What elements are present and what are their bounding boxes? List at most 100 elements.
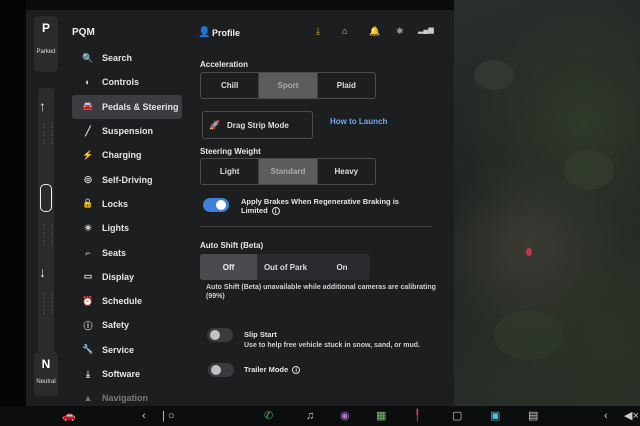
- gear-letter: P: [41, 21, 50, 35]
- sidebar-item-safety[interactable]: ⓘ Safety: [72, 313, 182, 337]
- car-icon: 🚘: [82, 101, 94, 112]
- camera-fleck: [494, 310, 564, 360]
- home-icon[interactable]: ⌂: [342, 26, 347, 36]
- acceleration-title: Acceleration: [200, 60, 249, 69]
- sidebar-item-label: Search: [102, 53, 133, 64]
- suspension-icon: ╱: [85, 125, 91, 136]
- sidebar-item-service[interactable]: 🔧 Service: [72, 338, 182, 362]
- seat-icon: ⌐: [85, 247, 91, 258]
- arrow-up-icon: ↑: [39, 98, 46, 114]
- car-top-view-icon: [40, 184, 52, 212]
- acceleration-option[interactable]: Chill: [201, 73, 260, 98]
- camera-fleck: [526, 248, 532, 256]
- car-icon[interactable]: 🚗: [62, 409, 76, 423]
- camera-app-icon[interactable]: ◉: [340, 409, 350, 423]
- sidebar-item-label: Safety: [102, 320, 130, 331]
- sidebar-item-locks[interactable]: 🔒 Locks: [72, 192, 182, 216]
- acceleration-selector: Chill Sport Plaid: [200, 72, 376, 99]
- how-to-launch-link[interactable]: How to Launch: [330, 117, 387, 126]
- gear-selector: P Parked ↑ ⋮⋮ ⋮⋮ ⋮⋮ ⋮⋮ ⋮⋮ ⋮⋮ ↓ ⋮⋮ ⋮⋮ ⋮⋮ N Neut…: [34, 16, 58, 396]
- wrench-icon: 🔧: [82, 344, 94, 355]
- profile-label[interactable]: Profile: [212, 28, 240, 38]
- slip-start-toggle[interactable]: [207, 328, 233, 342]
- user-icon: 👤: [198, 27, 211, 38]
- sidebar-item-label: Display: [102, 271, 135, 282]
- volume-mute-icon[interactable]: ◀×: [624, 409, 639, 423]
- chevron-left-icon[interactable]: ‹: [604, 409, 608, 423]
- auto-shift-option[interactable]: Off: [200, 254, 257, 280]
- gear-track[interactable]: ↑ ⋮⋮ ⋮⋮ ⋮⋮ ⋮⋮ ⋮⋮ ⋮⋮ ↓ ⋮⋮ ⋮⋮ ⋮⋮: [38, 88, 57, 358]
- camera-fleck: [564, 150, 614, 190]
- auto-shift-selector: Off Out of Park On: [200, 254, 370, 280]
- bluetooth-icon[interactable]: ✱: [396, 26, 404, 37]
- slip-start-label: Slip Start: [244, 330, 277, 339]
- sidebar-item-search[interactable]: 🔍 Search: [72, 46, 182, 70]
- settings-menu: 🔍 Search ◐ Controls 🚘 Pedals & Steering ╱ Suspe…: [72, 46, 182, 406]
- sidebar-item-self-driving[interactable]: ◎ Self-Driving: [72, 167, 182, 191]
- sidebar-item-seats[interactable]: ⌐ Seats: [72, 240, 182, 264]
- gear-dots: ⋮⋮ ⋮⋮ ⋮⋮: [41, 123, 57, 145]
- notes-icon[interactable]: ▤: [528, 409, 538, 423]
- steering-weight-title: Steering Weight: [200, 147, 261, 156]
- acceleration-option[interactable]: Plaid: [318, 73, 375, 98]
- menu-header: PQM: [72, 27, 95, 38]
- gear-state: Neutral: [36, 379, 56, 385]
- drag-strip-mode-label: Drag Strip Mode: [227, 120, 289, 130]
- bell-icon[interactable]: 🔔: [369, 26, 380, 37]
- slip-start-description: Use to help free vehicle stuck in snow, …: [244, 342, 420, 349]
- info-circle-icon: ⓘ: [83, 320, 93, 331]
- sidebar-item-navigation[interactable]: ▲ Navigation: [72, 386, 182, 406]
- steering-weight-option[interactable]: Heavy: [318, 159, 375, 184]
- sidebar-item-label: Schedule: [102, 296, 143, 307]
- music-icon[interactable]: ♫: [306, 409, 314, 423]
- sidebar-item-label: Service: [102, 344, 135, 355]
- toggle-knob: [210, 330, 220, 340]
- sidebar-item-schedule[interactable]: ⏰ Schedule: [72, 289, 182, 313]
- sidebar-item-software[interactable]: ⤓ Software: [72, 362, 182, 386]
- gear-dots: ⋮⋮ ⋮⋮ ⋮⋮: [41, 293, 57, 315]
- sidebar-item-label: Suspension: [102, 126, 154, 137]
- toggle-knob: [211, 365, 221, 375]
- rocket-icon: 🚀: [209, 119, 221, 130]
- sidebar-item-charging[interactable]: ⚡ Charging: [72, 143, 182, 167]
- sidebar-item-label: Seats: [102, 247, 127, 258]
- steering-weight-option[interactable]: Standard: [259, 159, 318, 184]
- taskbar: 🚗 ‹ | ○ ✆ ♫ ◉ ▦ ╿ ▢ ▣ ▤ ‹ ◀×: [0, 406, 640, 426]
- auto-shift-option[interactable]: Out of Park: [257, 254, 314, 280]
- sidebar-item-label: Pedals & Steering: [102, 101, 179, 112]
- phone-icon[interactable]: ✆: [264, 409, 273, 423]
- info-icon[interactable]: i: [271, 207, 280, 216]
- acceleration-option[interactable]: Sport: [259, 73, 318, 98]
- gear-park-button[interactable]: P Parked: [34, 16, 58, 72]
- regen-brakes-toggle[interactable]: [203, 198, 229, 212]
- sidebar-item-label: Software: [102, 369, 141, 379]
- apps-grid-icon[interactable]: ▦: [376, 409, 386, 423]
- sidebar-item-display[interactable]: ▭ Display: [72, 265, 182, 289]
- sidebar-item-suspension[interactable]: ╱ Suspension: [72, 119, 182, 143]
- drag-strip-mode-button[interactable]: 🚀 Drag Strip Mode: [202, 111, 313, 139]
- steering-wheel-icon: ◎: [84, 174, 92, 185]
- regen-brakes-row: Apply Brakes When Regenerative Braking i…: [241, 197, 421, 216]
- sidebar-item-controls[interactable]: ◐ Controls: [72, 70, 182, 94]
- search-icon: 🔍: [82, 52, 94, 63]
- trailer-mode-toggle[interactable]: [208, 363, 234, 377]
- sidebar-item-lights[interactable]: ☀ Lights: [72, 216, 182, 240]
- download-icon[interactable]: ⤓: [316, 26, 320, 37]
- sidebar-item-label: Lights: [102, 223, 129, 234]
- sidebar-item-label: Navigation: [102, 393, 149, 404]
- gear-neutral-button[interactable]: N Neutral: [34, 352, 58, 396]
- temperature-icon[interactable]: | ○: [162, 409, 175, 423]
- app-tile-icon[interactable]: ▢: [452, 409, 462, 423]
- info-icon[interactable]: i: [292, 366, 301, 375]
- auto-shift-option[interactable]: On: [314, 254, 370, 280]
- steering-weight-selector: Light Standard Heavy: [200, 158, 376, 185]
- chevron-left-icon[interactable]: ‹: [142, 409, 146, 423]
- joystick-icon[interactable]: ╿: [414, 409, 421, 423]
- sidebar-item-pedals-steering[interactable]: 🚘 Pedals & Steering: [72, 94, 182, 119]
- camera-view: [454, 0, 640, 406]
- sidebar-item-label: Charging: [102, 150, 142, 161]
- toggle-knob: [216, 200, 226, 210]
- steering-weight-option[interactable]: Light: [201, 159, 260, 184]
- app-tile-icon[interactable]: ▣: [490, 409, 500, 423]
- settings-screen: P Parked ↑ ⋮⋮ ⋮⋮ ⋮⋮ ⋮⋮ ⋮⋮ ⋮⋮ ↓ ⋮⋮ ⋮⋮ ⋮⋮ N Neut…: [26, 10, 454, 406]
